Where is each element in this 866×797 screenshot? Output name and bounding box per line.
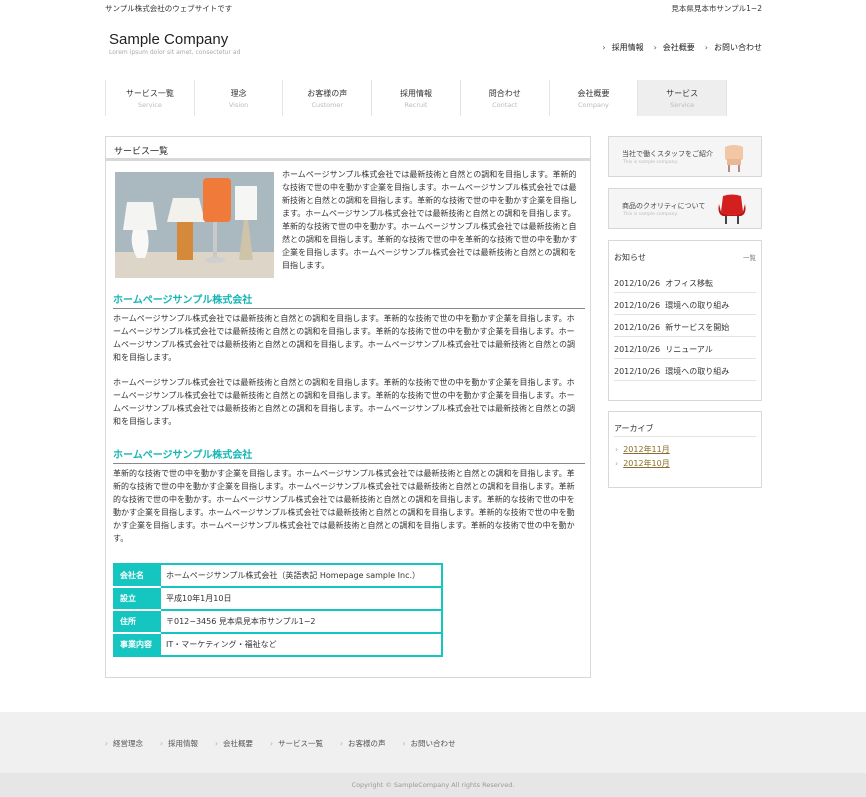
news-more-link[interactable]: 一覧 [743,252,756,262]
nav-sublabel: Contact [492,101,518,109]
news-title: お知らせ [614,253,646,262]
site-tagline: サンプル株式会社のウェブサイトです [105,4,233,13]
section-heading: ホームページサンプル株式会社 [113,291,585,309]
nav-item-customer[interactable]: お客様の声 Customer [283,80,373,116]
nav-item-service[interactable]: サービス Service [638,80,728,116]
nav-item-vision[interactable]: 理念 Vision [195,80,284,116]
footer-link-contact[interactable]: お問い合わせ [403,738,456,749]
nav-label: 採用情報 [400,89,433,98]
news-date: 2012/10/26 [614,323,661,332]
table-row: 住所 〒012−3456 見本県見本市サンプル1−2 [114,610,442,634]
nav-label: サービス [666,89,699,98]
news-text: 環境への取り組み [665,367,730,376]
footer-link-company[interactable]: 会社概要 [215,738,253,749]
footer-nav: 経営理念 採用情報 会社概要 サービス一覧 お客様の声 お問い合わせ [105,738,456,749]
info-value: 〒012−3456 見本県見本市サンプル1−2 [161,610,442,634]
top-bar: サンプル株式会社のウェブサイトです 見本県見本市サンプル1−2 [105,3,762,15]
red-chair-icon [718,194,746,224]
nav-label: サービス一覧 [125,89,174,98]
archive-box: アーカイブ 2012年11月 2012年10月 [608,411,762,488]
banner-subtitle: This is sample company. [623,160,678,165]
copyright: Copyright © SampleCompany All rights Res… [0,773,866,797]
footer: 経営理念 採用情報 会社概要 サービス一覧 お客様の声 お問い合わせ Copyr… [0,712,866,797]
news-item[interactable]: 2012/10/26 環境への取り組み [614,359,756,381]
header-address: 見本県見本市サンプル1−2 [671,4,762,13]
news-item[interactable]: 2012/10/26 環境への取り組み [614,293,756,315]
nav-item-contact[interactable]: 問合わせ Contact [461,80,550,116]
news-item[interactable]: 2012/10/26 新サービスを開始 [614,315,756,337]
header-links: 採用情報 会社概要 お問い合わせ [602,42,762,53]
info-value: IT・マーケティング・福祉など [166,640,277,649]
banner-subtitle: This is sample company. [623,212,678,217]
banner-title: 商品のクオリティについて [622,202,706,210]
archive-link[interactable]: 2012年10月 [609,458,761,472]
news-text: オフィス移転 [665,279,714,288]
news-date: 2012/10/26 [614,367,661,376]
archive-title: アーカイブ [614,412,756,437]
nav-label: 問合わせ [488,89,521,98]
news-date: 2012/10/26 [614,301,661,310]
lamps-image [115,172,274,278]
section-heading: ホームページサンプル株式会社 [113,446,585,464]
news-text: リニューアル [665,345,713,354]
archive-link[interactable]: 2012年11月 [609,444,761,458]
info-value: 平成10年1月10日 [161,587,442,611]
logo-subtext: Lorem ipsum dolor sit amet, consectetur … [109,49,241,56]
nav-item-recruit[interactable]: 採用情報 Recruit [372,80,461,116]
nav-label: お客様の声 [307,89,348,98]
section-paragraph: ホームページサンプル株式会社では最新技術と自然との調和を目指します。革新的な技術… [113,314,575,362]
company-info-table: 会社名 ホームページサンプル株式会社（英語表記 Homepage sample I… [113,563,443,657]
news-text: 環境への取り組み [665,301,730,310]
chair-icon [725,145,743,172]
header-link-contact[interactable]: お問い合わせ [705,42,762,53]
info-key: 住所 [114,610,161,634]
footer-link-customer[interactable]: お客様の声 [340,738,386,749]
nav-sublabel: Company [577,101,609,109]
header-link-recruit[interactable]: 採用情報 [602,42,644,53]
info-key: 会社名 [114,564,161,588]
news-item[interactable]: 2012/10/26 リニューアル [614,337,756,359]
news-date: 2012/10/26 [614,345,661,354]
footer-link-service-list[interactable]: サービス一覧 [270,738,323,749]
global-nav: サービス一覧 Service 理念 Vision お客様の声 Customer 採用情… [105,80,728,116]
nav-item-company[interactable]: 会社概要 Company [550,80,639,116]
nav-sublabel: Customer [311,101,344,109]
nav-label: 会社概要 [577,89,610,98]
news-box: お知らせ 一覧 2012/10/26 オフィス移転 2012/10/26 環境へ… [608,240,762,401]
nav-sublabel: Service [670,101,695,109]
header-link-company[interactable]: 会社概要 [654,42,695,53]
nav-sublabel: Recruit [404,101,428,109]
table-row: 会社名 ホームページサンプル株式会社（英語表記 Homepage sample I… [114,564,442,588]
logo-text[interactable]: Sample Company [109,32,240,48]
page-title: サービス一覧 [106,137,590,161]
section-paragraph: 革新的な技術で世の中を動かす企業を目指します。ホームページサンプル株式会社では最… [113,469,575,543]
main-content: サービス一覧 ホームページサンプル株式会社では最新技術と自然との調和を目指します… [105,136,591,678]
footer-link-recruit[interactable]: 採用情報 [160,738,198,749]
quality-banner[interactable]: 商品のクオリティについて This is sample company. [608,188,762,229]
news-text: 新サービスを開始 [665,323,730,332]
banner-title: 当社で働くスタッフをご紹介 [622,150,713,158]
nav-sublabel: Service [137,101,162,109]
section-paragraph: ホームページサンプル株式会社では最新技術と自然との調和を目指します。革新的な技術… [113,378,575,426]
table-row: 事業内容 IT・マーケティング・福祉など [114,633,442,656]
site-logo[interactable]: Sample Company Lorem ipsum dolor sit ame… [109,32,241,57]
nav-item-service-list[interactable]: サービス一覧 Service [106,80,195,116]
table-row: 設立 平成10年1月10日 [114,587,442,611]
nav-label: 理念 [230,89,247,98]
staff-banner[interactable]: 当社で働くスタッフをご紹介 This is sample company. [608,136,762,177]
news-date: 2012/10/26 [614,279,661,288]
info-value: ホームページサンプル株式会社（英語表記 Homepage sample Inc.… [161,564,442,588]
news-item[interactable]: 2012/10/26 オフィス移転 [614,271,756,293]
info-key: 事業内容 [114,633,161,656]
intro-text: ホームページサンプル株式会社では最新技術と自然との調和を目指します。革新的な技術… [282,170,578,270]
footer-link-philosophy[interactable]: 経営理念 [105,738,143,749]
nav-sublabel: Vision [228,101,249,109]
info-key: 設立 [114,587,161,611]
